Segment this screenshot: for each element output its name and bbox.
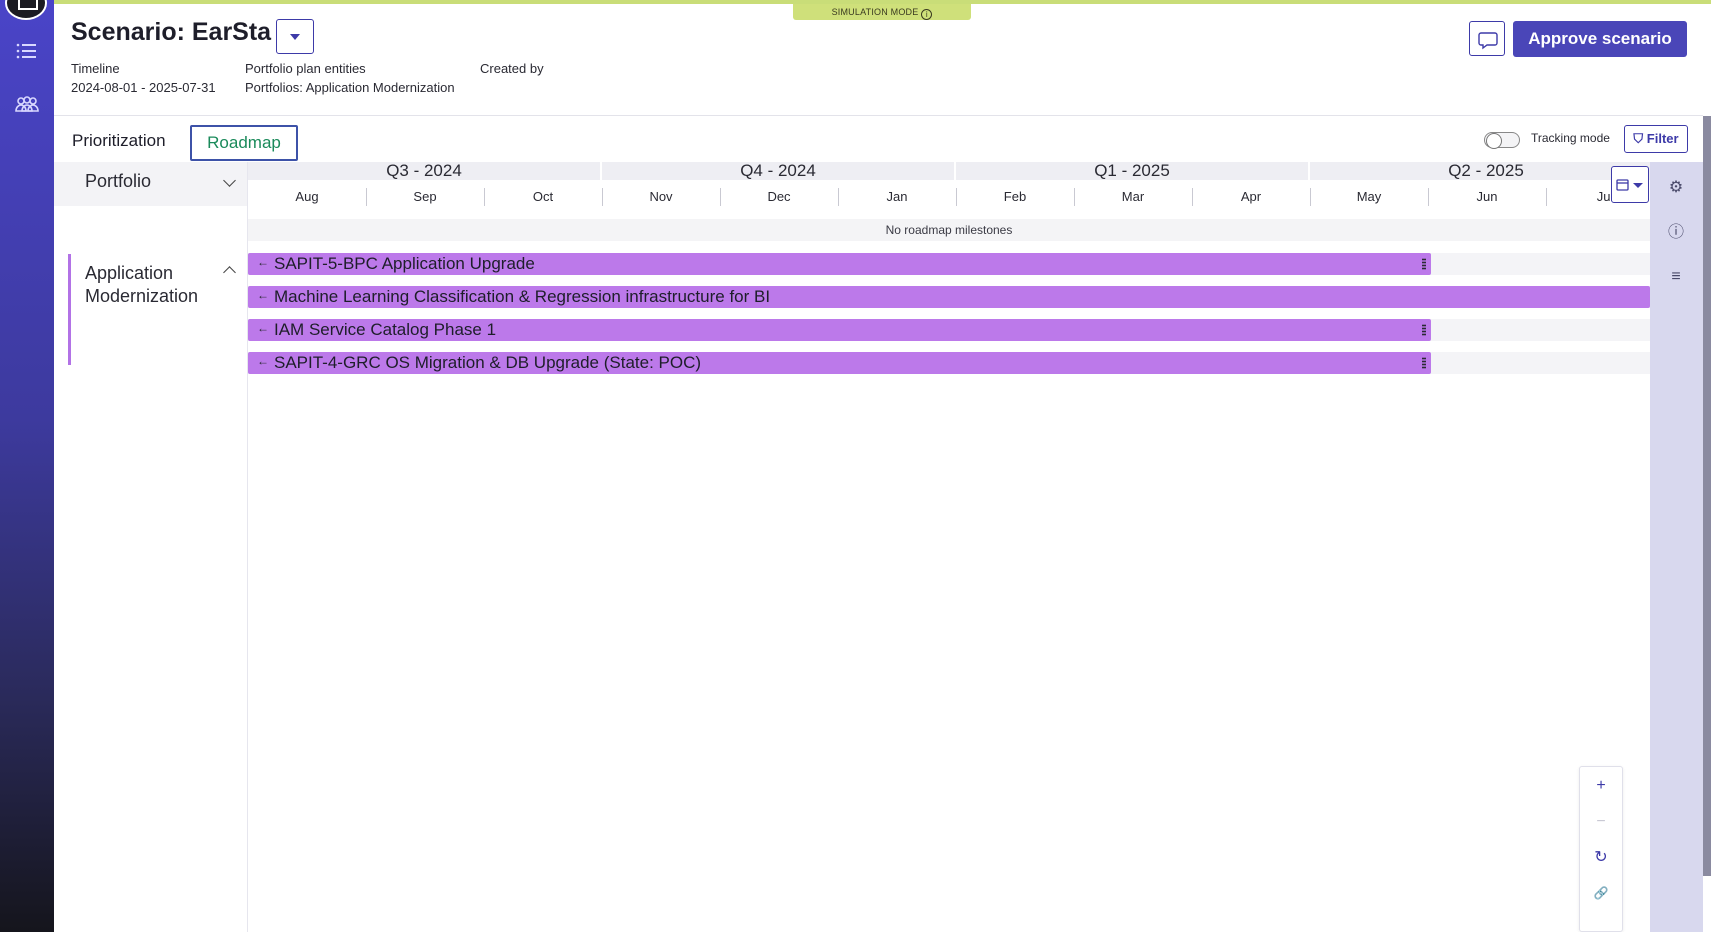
- month-label: Jan: [886, 189, 908, 204]
- zoom-controls: + − ↻ 🔗: [1579, 766, 1623, 932]
- link-button[interactable]: 🔗: [1580, 878, 1622, 908]
- drag-handle-icon[interactable]: [1422, 258, 1426, 270]
- roadmap-bar-label: Machine Learning Classification & Regres…: [274, 287, 771, 306]
- month-label: Sep: [413, 189, 437, 204]
- portfolio-header[interactable]: Portfolio: [54, 162, 247, 206]
- header-divider: [54, 115, 1703, 116]
- roadmap-bar-label: SAPIT-5-BPC Application Upgrade: [274, 254, 535, 273]
- chevron-down-icon[interactable]: [223, 174, 236, 187]
- arrow-left-icon: ←: [257, 354, 269, 368]
- team-icon[interactable]: [14, 94, 40, 116]
- tracking-mode-label: Tracking mode: [1531, 131, 1610, 145]
- comment-button[interactable]: [1469, 21, 1505, 56]
- tracking-mode-toggle[interactable]: [1484, 132, 1520, 149]
- quarter-label: Q3 - 2024: [248, 162, 600, 180]
- drag-handle-icon[interactable]: [1422, 357, 1426, 369]
- info-icon[interactable]: ⓘ: [1667, 224, 1685, 242]
- created-by-label: Created by: [480, 61, 544, 76]
- right-tool-rail: ⚙ ⓘ ≡: [1650, 162, 1703, 932]
- tab-prioritization[interactable]: Prioritization: [72, 131, 166, 151]
- calendar-icon: [1616, 179, 1643, 191]
- scenario-dropdown-button[interactable]: [276, 19, 314, 54]
- month-label: Dec: [767, 189, 791, 204]
- portfolio-label: Portfolio: [85, 171, 152, 191]
- tab-roadmap[interactable]: Roadmap: [190, 125, 298, 161]
- nav-rail: [0, 0, 54, 932]
- month-label: Aug: [295, 189, 319, 204]
- simulation-mode-label: SIMULATION MODE: [831, 7, 919, 17]
- month-divider: [1428, 188, 1429, 206]
- month-divider: [956, 188, 957, 206]
- month-divider: [1192, 188, 1193, 206]
- filter-icon: ⛉: [1633, 131, 1644, 146]
- month-label: Feb: [1003, 189, 1027, 204]
- month-divider: [484, 188, 485, 206]
- list-icon[interactable]: [14, 40, 40, 62]
- arrow-left-icon: ←: [257, 288, 269, 302]
- month-divider: [838, 188, 839, 206]
- entities-value: Portfolios: Application Modernization: [245, 80, 455, 95]
- month-divider: [1546, 188, 1547, 206]
- month-label: Mar: [1121, 189, 1145, 204]
- filter-label: Filter: [1646, 131, 1679, 146]
- roadmap-bar[interactable]: ← SAPIT-4-GRC OS Migration & DB Upgrade (…: [248, 352, 1431, 374]
- info-icon[interactable]: i: [921, 9, 933, 20]
- arrow-left-icon: ←: [257, 321, 269, 335]
- roadmap-bar[interactable]: ← SAPIT-5-BPC Application Upgrade: [248, 253, 1431, 275]
- month-divider: [720, 188, 721, 206]
- month-label: Apr: [1240, 189, 1262, 204]
- quarter-label: Q1 - 2025: [956, 162, 1308, 180]
- milestone-row: No roadmap milestones: [248, 219, 1650, 241]
- zoom-in-button[interactable]: +: [1580, 771, 1622, 801]
- roadmap-timeline: Q3 - 2024Q4 - 2024Q1 - 2025Q2 - 2025Q3 -…: [248, 162, 1711, 932]
- group-indicator: [68, 254, 71, 365]
- zoom-out-button[interactable]: −: [1580, 807, 1622, 837]
- entities-label: Portfolio plan entities: [245, 61, 366, 76]
- simulation-mode-badge: SIMULATION MODE i: [793, 4, 971, 20]
- roadmap-bar[interactable]: ← IAM Service Catalog Phase 1: [248, 319, 1431, 341]
- settings-icon[interactable]: ⚙: [1667, 179, 1685, 197]
- filter-button[interactable]: ⛉ Filter: [1624, 125, 1688, 153]
- month-label: May: [1356, 189, 1382, 204]
- app-window: SIMULATION MODE i Scenario: EarSta Timeli…: [0, 0, 1711, 932]
- app-logo[interactable]: [5, 0, 47, 20]
- roadmap-bar-label: SAPIT-4-GRC OS Migration & DB Upgrade (S…: [274, 353, 702, 372]
- timeline-label: Timeline: [71, 61, 120, 76]
- roadmap-bar-label: IAM Service Catalog Phase 1: [274, 320, 497, 339]
- portfolio-panel: Portfolio Application Modernization: [54, 162, 248, 932]
- portfolio-group-label: Application Modernization: [85, 263, 199, 306]
- month-label: Nov: [649, 189, 673, 204]
- month-divider: [602, 188, 603, 206]
- roadmap-bar[interactable]: ← Machine Learning Classification & Regre…: [248, 286, 1650, 308]
- comment-icon: [1478, 32, 1498, 50]
- month-label: Jun: [1476, 189, 1498, 204]
- month-label: Oct: [532, 189, 554, 204]
- drag-handle-icon[interactable]: [1422, 324, 1426, 336]
- arrow-left-icon: ←: [257, 255, 269, 269]
- quarter-label: Q2 - 2025: [1310, 162, 1662, 180]
- month-divider: [366, 188, 367, 206]
- legend-list-icon[interactable]: ≡: [1667, 268, 1685, 286]
- reset-zoom-button[interactable]: ↻: [1580, 843, 1622, 873]
- month-divider: [1310, 188, 1311, 206]
- chevron-up-icon[interactable]: [223, 266, 236, 279]
- quarter-label: Q4 - 2024: [602, 162, 954, 180]
- calendar-dropdown-button[interactable]: [1611, 166, 1649, 203]
- timeline-value: 2024-08-01 - 2025-07-31: [71, 80, 216, 95]
- month-divider: [1074, 188, 1075, 206]
- approve-scenario-button[interactable]: Approve scenario: [1513, 21, 1687, 57]
- page-title: Scenario: EarSta: [71, 18, 272, 46]
- scrollbar[interactable]: [1703, 116, 1711, 876]
